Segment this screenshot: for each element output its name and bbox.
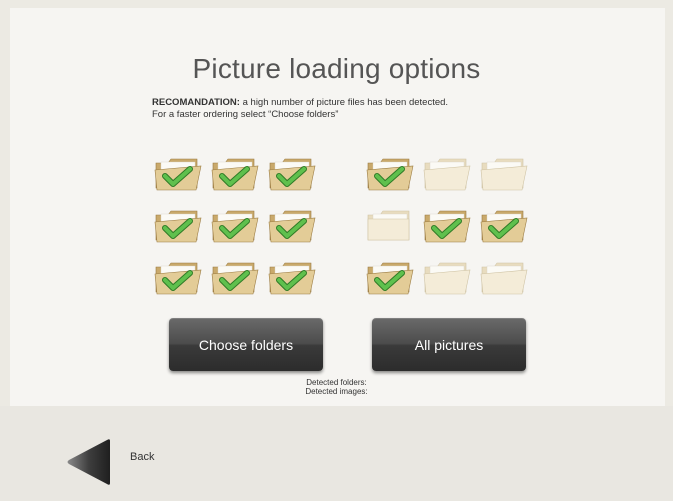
detected-folders-label: Detected folders: <box>306 378 367 387</box>
back-arrow-icon[interactable] <box>64 438 114 486</box>
folder-icon[interactable] <box>153 154 203 194</box>
recommendation-line-1: RECOMANDATION: a high number of picture … <box>152 97 572 109</box>
all-pictures-button[interactable]: All pictures <box>372 318 526 371</box>
folder-grid-right <box>365 154 529 298</box>
folder-grid-left <box>153 154 317 298</box>
folder-icon[interactable] <box>422 258 472 298</box>
folder-icon[interactable] <box>365 258 415 298</box>
folder-icon[interactable] <box>479 206 529 246</box>
folder-icon[interactable] <box>153 206 203 246</box>
back-button[interactable]: Back <box>130 451 154 463</box>
folder-icon[interactable] <box>267 206 317 246</box>
page-title: Picture loading options <box>192 53 481 84</box>
recommendation-text: RECOMANDATION: a high number of picture … <box>152 97 572 121</box>
folder-icon[interactable] <box>267 258 317 298</box>
folder-icon[interactable] <box>365 206 415 246</box>
recommendation-line-2: For a faster ordering select “Choose fol… <box>152 109 339 120</box>
folder-icon[interactable] <box>422 154 472 194</box>
folder-icon[interactable] <box>210 206 260 246</box>
folder-icon[interactable] <box>153 258 203 298</box>
folder-icon[interactable] <box>479 154 529 194</box>
folder-icon[interactable] <box>479 258 529 298</box>
recommendation-message: a high number of picture files has been … <box>239 97 449 108</box>
folder-icon[interactable] <box>422 206 472 246</box>
folder-icon[interactable] <box>210 258 260 298</box>
detected-images-label: Detected images: <box>305 387 368 396</box>
folder-icon[interactable] <box>365 154 415 194</box>
folder-icon[interactable] <box>210 154 260 194</box>
folder-icon[interactable] <box>267 154 317 194</box>
choose-folders-button[interactable]: Choose folders <box>169 318 323 371</box>
recommendation-label: RECOMANDATION: <box>152 97 240 108</box>
